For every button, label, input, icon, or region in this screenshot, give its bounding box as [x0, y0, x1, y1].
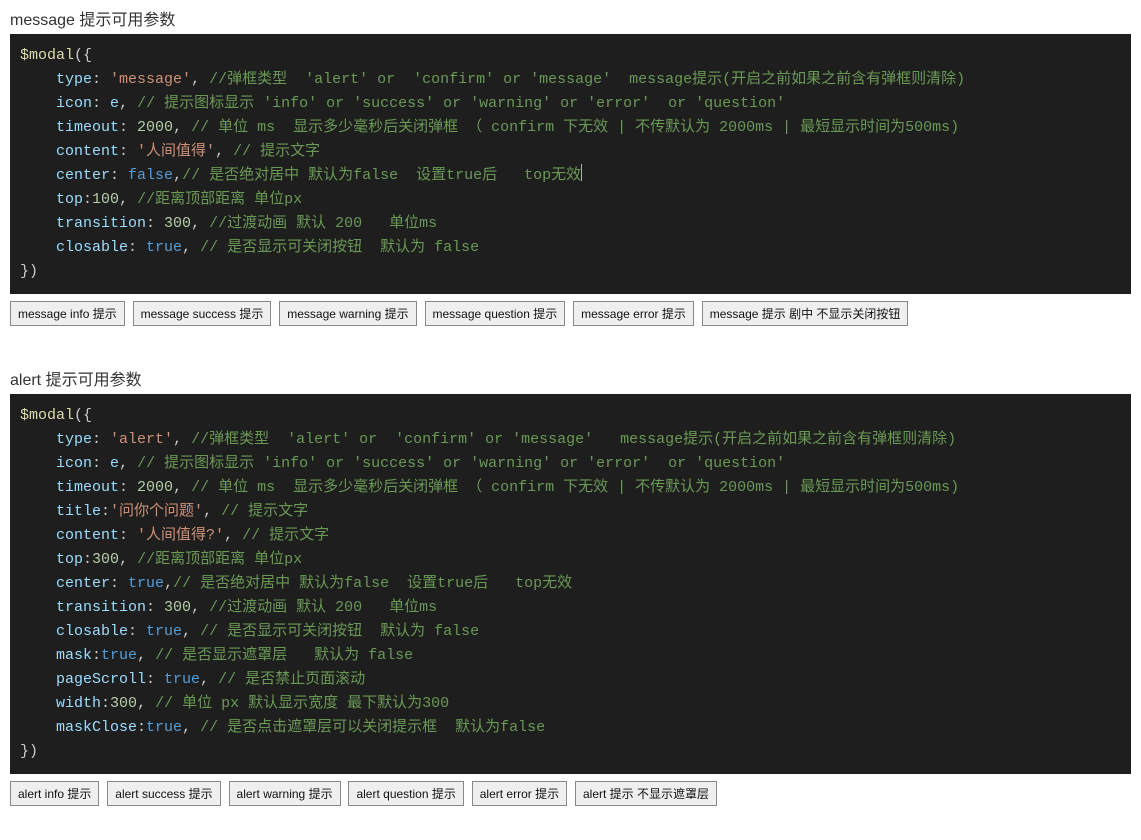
btn-message-success[interactable]: message success 提示: [133, 301, 272, 326]
editor-caret: [581, 164, 582, 181]
btn-alert-nomask[interactable]: alert 提示 不显示遮罩层: [575, 781, 717, 806]
btn-message-info[interactable]: message info 提示: [10, 301, 125, 326]
btn-message-question[interactable]: message question 提示: [425, 301, 566, 326]
section-message-title: message 提示可用参数: [0, 0, 1141, 34]
button-row-message: message info 提示 message success 提示 messa…: [0, 294, 1141, 330]
button-row-alert: alert info 提示 alert success 提示 alert war…: [0, 774, 1141, 810]
btn-alert-warning[interactable]: alert warning 提示: [229, 781, 341, 806]
code-block-alert: $modal({ type: 'alert', //弹框类型 'alert' o…: [10, 394, 1131, 774]
btn-alert-info[interactable]: alert info 提示: [10, 781, 99, 806]
section-alert-title: alert 提示可用参数: [0, 360, 1141, 394]
code-block-message: $modal({ type: 'message', //弹框类型 'alert'…: [10, 34, 1131, 294]
btn-message-error[interactable]: message error 提示: [573, 301, 694, 326]
btn-message-warning[interactable]: message warning 提示: [279, 301, 416, 326]
btn-alert-error[interactable]: alert error 提示: [472, 781, 567, 806]
section-message: message 提示可用参数 $modal({ type: 'message',…: [0, 0, 1141, 330]
btn-message-center-noclose[interactable]: message 提示 剧中 不显示关闭按钮: [702, 301, 909, 326]
section-alert: alert 提示可用参数 $modal({ type: 'alert', //弹…: [0, 360, 1141, 810]
btn-alert-question[interactable]: alert question 提示: [348, 781, 463, 806]
btn-alert-success[interactable]: alert success 提示: [107, 781, 220, 806]
